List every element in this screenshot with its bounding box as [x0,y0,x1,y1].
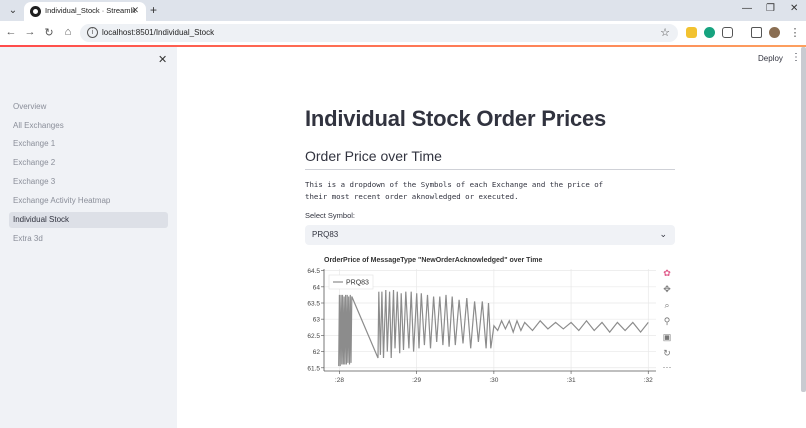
sidebar-item-extra-3d[interactable]: Extra 3d [9,231,168,247]
reset-tool-icon[interactable]: ↻ [661,347,673,359]
sidebar-item-overview[interactable]: Overview [9,99,168,115]
sidebar-item-individual-stock[interactable]: Individual Stock [9,212,168,228]
bookmark-star-icon[interactable]: ☆ [660,26,670,39]
close-window-icon[interactable]: ✕ [790,3,798,14]
browser-menu-icon[interactable]: ⋮ [788,26,802,39]
symbol-select-value: PRQ83 [312,230,339,239]
url-text: localhost:8501/Individual_Stock [102,28,215,37]
y-tick-label: 64 [313,284,321,291]
y-tick-label: 63.5 [307,301,320,308]
more-tools-icon[interactable]: ⋯ [661,361,673,373]
y-tick-label: 62.5 [307,333,320,340]
page-title: Individual Stock Order Prices [305,106,607,131]
address-bar[interactable]: i localhost:8501/Individual_Stock ☆ [80,24,678,42]
site-info-icon[interactable]: i [87,27,98,38]
restore-icon[interactable]: ❐ [766,3,775,14]
app-menu-icon[interactable]: ⋮ [791,52,801,63]
y-tick-label: 62 [313,349,321,356]
sidebar-item-all-exchanges[interactable]: All Exchanges [9,118,168,134]
bokeh-logo-icon[interactable]: ✿ [661,267,673,279]
navigation-bar: ← → ↻ ⌂ i localhost:8501/Individual_Stoc… [0,21,806,45]
section-subheader: Order Price over Time [305,148,442,164]
description-line: their most recent order aknowledged or e… [305,191,519,201]
extensions-puzzle-icon[interactable] [722,27,733,38]
new-tab-icon[interactable]: + [150,3,157,17]
sidebar-item-exchange-2[interactable]: Exchange 2 [9,155,168,171]
x-tick-label: :31 [567,377,576,384]
legend-label: PRQ83 [346,280,369,287]
chart-plot: 61.5 62 62.5 63 63.5 64 64.5 :28 :29 :30 :31 :32 PRQ… [307,268,656,384]
close-sidebar-icon[interactable]: ✕ [158,53,167,66]
description-line: This is a dropdown of the Symbols of eac… [305,180,604,189]
profile-avatar[interactable] [769,27,780,38]
home-icon[interactable]: ⌂ [61,26,75,38]
tab-title: Individual_Stock · Streamlit [45,6,136,15]
x-tick-label: :29 [412,377,421,384]
browser-tab[interactable]: Individual_Stock · Streamlit ✕ [24,2,146,21]
y-tick-label: 63 [313,317,321,324]
chevron-down-icon: ⌄ [659,229,667,239]
box-zoom-tool-icon[interactable]: ⌕ [661,299,673,311]
x-tick-label: :30 [489,377,498,384]
deploy-button[interactable]: Deploy [758,54,783,63]
reload-icon[interactable]: ↻ [42,26,56,39]
description-text: This is a dropdown of the Symbols of eac… [305,179,675,202]
tab-search-icon[interactable]: ⌄ [6,4,20,18]
wheel-zoom-tool-icon[interactable]: ⚲ [661,315,673,327]
y-tick-label: 64.5 [307,268,320,275]
tab-strip: ⌄ Individual_Stock · Streamlit ✕ + — ❐ ✕ [0,0,806,21]
extension-grammarly-icon[interactable] [704,27,715,38]
close-tab-icon[interactable]: ✕ [131,5,139,16]
sidebar-item-exchange-3[interactable]: Exchange 3 [9,174,168,190]
series-line-prq83 [338,289,649,367]
x-tick-label: :28 [335,377,344,384]
sidebar-item-exchange-activity-heatmap[interactable]: Exchange Activity Heatmap [9,193,168,209]
save-tool-icon[interactable]: ▣ [661,331,673,343]
side-panel-icon[interactable] [751,27,762,38]
select-symbol-label: Select Symbol: [305,211,356,220]
browser-chrome: ⌄ Individual_Stock · Streamlit ✕ + — ❐ ✕… [0,0,806,45]
back-icon[interactable]: ← [4,26,18,38]
forward-icon[interactable]: → [23,26,37,38]
sidebar-item-exchange-1[interactable]: Exchange 1 [9,136,168,152]
sidebar: ✕ Overview All Exchanges Exchange 1 Exch… [0,47,177,428]
x-tick-label: :32 [644,377,653,384]
y-tick-label: 61.5 [307,365,320,372]
order-price-chart: OrderPrice of MessageType "NewOrderAckno… [300,255,660,390]
symbol-select[interactable]: PRQ83 ⌄ [305,225,675,245]
extension-yellow-icon[interactable] [686,27,697,38]
subheader-divider [305,169,675,170]
page-scrollbar[interactable] [801,47,806,392]
minimize-icon[interactable]: — [742,3,752,14]
streamlit-favicon-icon [30,6,41,17]
pan-tool-icon[interactable]: ✥ [661,283,673,295]
